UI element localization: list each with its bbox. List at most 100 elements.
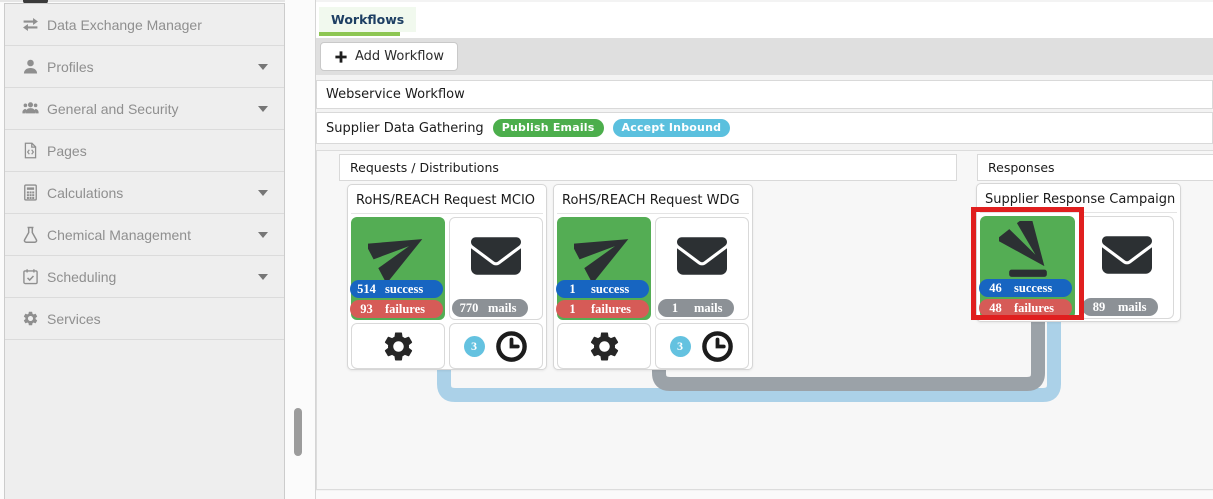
- success-label: success: [591, 282, 639, 297]
- card-action-tiles: 3: [557, 323, 749, 369]
- workflow-card-rohs-reach-request-wdg[interactable]: RoHS/REACH Request WDG 1 success 1 failu…: [553, 184, 753, 370]
- users-icon: [22, 100, 39, 117]
- mails-count: 1: [662, 301, 688, 316]
- card-node-tiles: 1 success 1 failures 1 mails: [557, 217, 749, 320]
- workflow-card-rohs-reach-request-mcio[interactable]: RoHS/REACH Request MCIO 514 success 93 f…: [347, 184, 547, 370]
- add-workflow-button[interactable]: Add Workflow: [320, 42, 458, 71]
- app-root: Data Exchange Manager Profiles General a…: [0, 0, 1213, 499]
- success-count: 514: [350, 282, 383, 297]
- schedule-action-tile[interactable]: 3: [655, 323, 749, 369]
- success-count: 1: [556, 282, 589, 297]
- mails-label: mails: [1118, 300, 1154, 315]
- failures-label: failures: [591, 302, 641, 317]
- add-workflow-label: Add Workflow: [355, 49, 444, 64]
- card-action-tiles: 3: [351, 323, 543, 369]
- responses-header-label: Responses: [988, 160, 1055, 175]
- distribution-node-tile[interactable]: 514 success 93 failures: [351, 217, 445, 320]
- settings-action-tile[interactable]: [557, 323, 651, 369]
- workflow-canvas: Requests / Distributions Responses RoHS/…: [316, 150, 1213, 490]
- card-title: RoHS/REACH Request MCIO: [351, 188, 543, 214]
- tab-active-underline: [319, 32, 400, 36]
- failures-count: 1: [556, 302, 589, 317]
- mails-node-tile[interactable]: 770 mails: [449, 217, 543, 320]
- plus-icon: [334, 50, 348, 64]
- calendar-check-icon: [22, 268, 39, 285]
- envelope-icon: [674, 231, 730, 281]
- mails-count: 89: [1086, 300, 1112, 315]
- sidebar-item-general-and-security[interactable]: General and Security: [5, 88, 284, 130]
- mails-count-pill: 770 mails: [452, 299, 528, 317]
- sidebar-item-label: Pages: [47, 143, 268, 159]
- sidebar-scrollbar-thumb[interactable]: [294, 408, 302, 456]
- sidebar-item-label: Profiles: [47, 59, 250, 75]
- requests-header-label: Requests / Distributions: [350, 160, 499, 175]
- sidebar-item-label: Data Exchange Manager: [47, 17, 268, 33]
- chevron-down-icon: [258, 274, 268, 280]
- success-count-pill: 514 success: [350, 280, 443, 298]
- mails-node-tile[interactable]: 89 mails: [1079, 216, 1174, 319]
- sidebar-item-scheduling[interactable]: Scheduling: [5, 256, 284, 298]
- settings-action-tile[interactable]: [351, 323, 445, 369]
- sidebar-item-services[interactable]: Services: [5, 298, 284, 340]
- schedule-count-badge: 3: [464, 336, 485, 357]
- sidebar-item-profiles[interactable]: Profiles: [5, 46, 284, 88]
- sidebar: Data Exchange Manager Profiles General a…: [4, 3, 285, 499]
- schedule-count-badge: 3: [670, 336, 691, 357]
- clock-icon: [494, 329, 529, 364]
- sidebar-scrollbar-track[interactable]: [285, 0, 315, 499]
- toolbar: Add Workflow: [316, 38, 1213, 75]
- mails-label: mails: [694, 301, 730, 316]
- gear-icon: [22, 310, 39, 327]
- mails-count-pill: 1 mails: [658, 299, 734, 317]
- user-icon: [22, 58, 39, 75]
- envelope-icon: [468, 231, 524, 281]
- publish-emails-badge: Publish Emails: [493, 119, 604, 137]
- sidebar-item-label: Calculations: [47, 185, 250, 201]
- workflow-row-supplier-data-gathering[interactable]: Supplier Data Gathering Publish Emails A…: [316, 112, 1213, 144]
- tab-bar: Workflows: [316, 2, 1213, 38]
- card-node-tiles: 514 success 93 failures 770 mails: [351, 217, 543, 320]
- exchange-icon: [22, 16, 39, 33]
- success-count-pill: 1 success: [556, 280, 649, 298]
- requests-distributions-header: Requests / Distributions: [339, 154, 957, 181]
- schedule-action-tile[interactable]: 3: [449, 323, 543, 369]
- accept-inbound-badge: Accept Inbound: [613, 119, 731, 137]
- card-title: RoHS/REACH Request WDG: [557, 188, 749, 214]
- mails-count-pill: 89 mails: [1082, 298, 1158, 316]
- tab-workflows[interactable]: Workflows: [319, 7, 416, 32]
- mails-node-tile[interactable]: 1 mails: [655, 217, 749, 320]
- calculator-icon: [22, 184, 39, 201]
- failures-label: failures: [385, 302, 435, 317]
- chevron-down-icon: [258, 190, 268, 196]
- tab-workflows-label: Workflows: [331, 12, 404, 27]
- highlight-selection-box: [971, 207, 1084, 320]
- failures-count-pill: 93 failures: [350, 300, 443, 318]
- success-label: success: [385, 282, 433, 297]
- sidebar-item-label: Chemical Management: [47, 227, 250, 243]
- failures-count: 93: [350, 302, 383, 317]
- workflow-row-webservice-title: Webservice Workflow: [326, 87, 465, 102]
- mails-count: 770: [456, 301, 482, 316]
- bottom-margin: [316, 491, 1213, 499]
- sidebar-item-data-exchange-manager[interactable]: Data Exchange Manager: [5, 4, 284, 46]
- distribution-node-tile[interactable]: 1 success 1 failures: [557, 217, 651, 320]
- chevron-down-icon: [258, 64, 268, 70]
- envelope-icon: [1099, 230, 1155, 280]
- workflow-row-supplier-title: Supplier Data Gathering: [326, 121, 484, 136]
- flask-icon: [22, 226, 39, 243]
- mails-label: mails: [488, 301, 524, 316]
- responses-header: Responses: [977, 154, 1213, 181]
- page-icon: [22, 142, 39, 159]
- chevron-down-icon: [258, 106, 268, 112]
- sidebar-item-chemical-management[interactable]: Chemical Management: [5, 214, 284, 256]
- failures-count-pill: 1 failures: [556, 300, 649, 318]
- main-content: Workflows Add Workflow Webservice Workfl…: [315, 0, 1213, 499]
- sidebar-item-label: Scheduling: [47, 269, 250, 285]
- clock-icon: [700, 329, 735, 364]
- workflow-row-webservice[interactable]: Webservice Workflow: [316, 80, 1213, 109]
- sidebar-item-label: General and Security: [47, 101, 250, 117]
- gear-icon: [587, 329, 622, 364]
- sidebar-item-calculations[interactable]: Calculations: [5, 172, 284, 214]
- sidebar-item-pages[interactable]: Pages: [5, 130, 284, 172]
- send-plane-icon: [368, 222, 428, 282]
